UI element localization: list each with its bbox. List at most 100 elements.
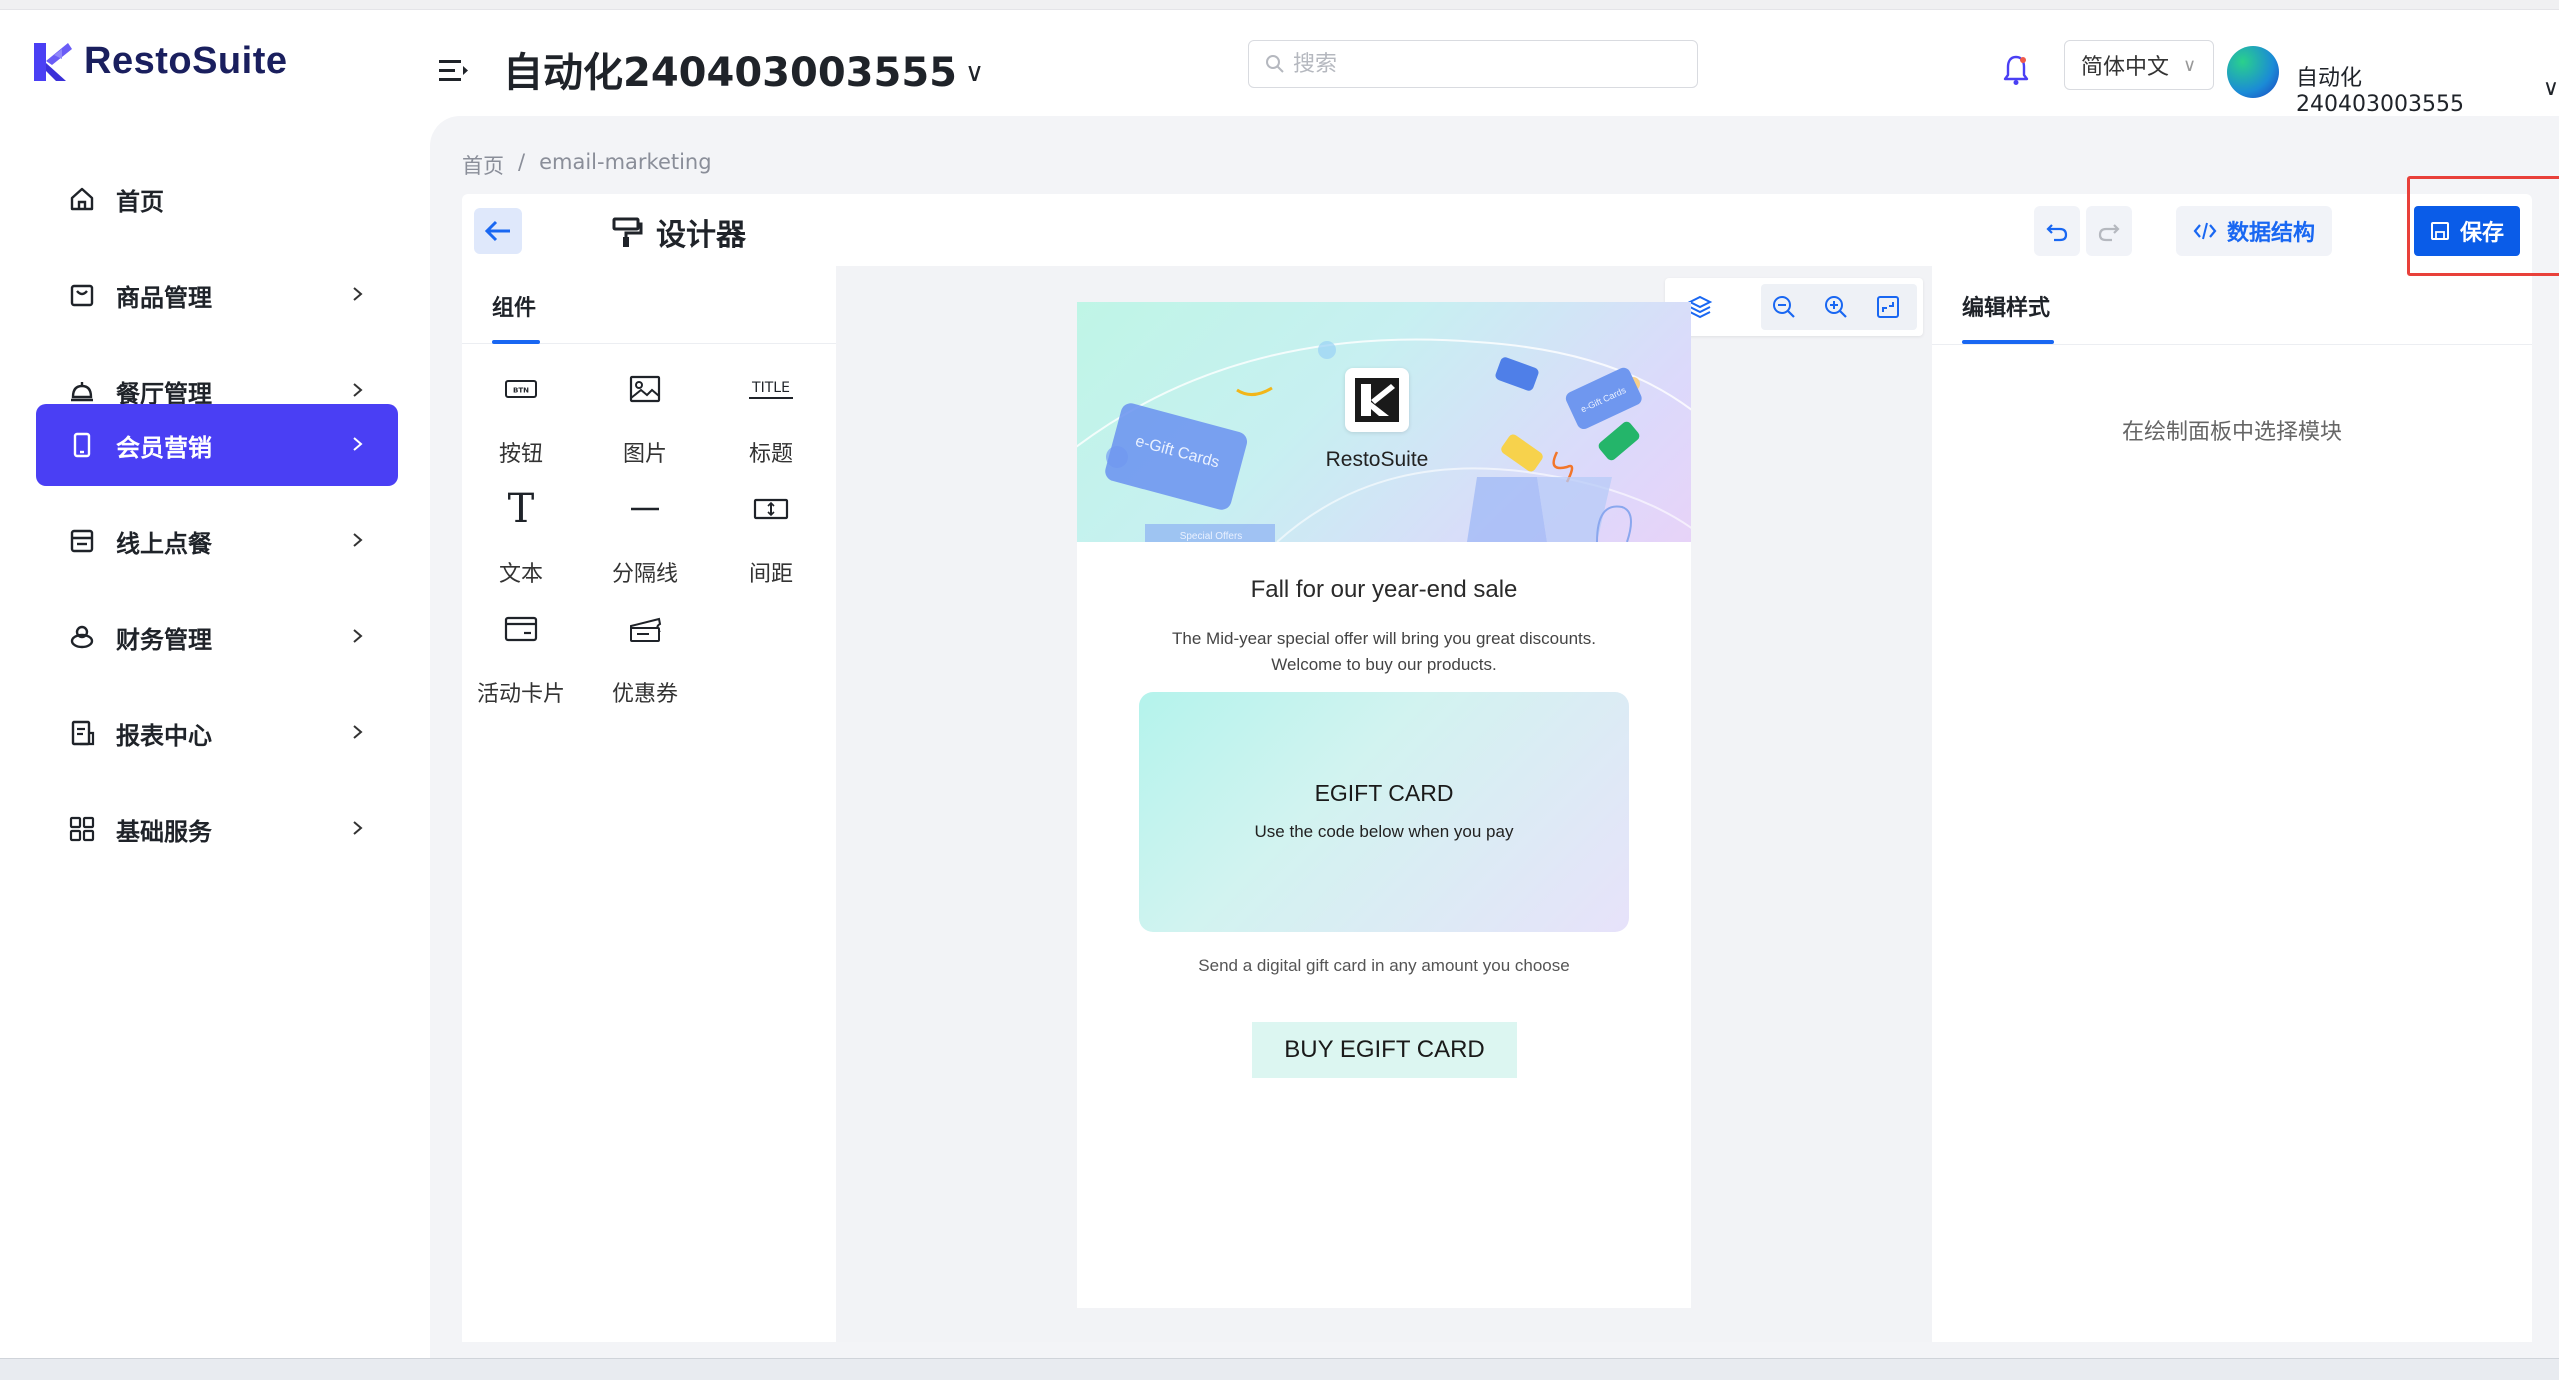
sidebar-item-member-marketing[interactable]: 会员营销 (36, 404, 398, 486)
component-text[interactable]: T 文本 (466, 484, 576, 588)
zoom-in-icon[interactable] (1823, 294, 1849, 320)
components-tab-row: 组件 (462, 266, 836, 344)
chevron-down-icon: ∨ (964, 58, 985, 88)
notification-bell-icon[interactable] (1996, 48, 2036, 92)
tab-active-indicator (492, 340, 540, 344)
online-order-icon (66, 525, 98, 557)
designer-title-text: 设计器 (656, 218, 746, 253)
home-icon (66, 183, 98, 215)
email-hero-banner[interactable]: e-Gift Cards Special Offers e-Gift Cards… (1077, 302, 1691, 542)
component-label: 标题 (748, 442, 793, 467)
egift-card-subtitle: Use the code below when you pay (1254, 822, 1514, 841)
text-icon: T (466, 484, 576, 534)
sidebar-item-basic-services[interactable]: 基础服务 (36, 788, 398, 870)
egift-card-title: EGIFT CARD (1314, 780, 1454, 806)
sidebar-item-reports[interactable]: 报表中心 (36, 692, 398, 774)
button-icon: BTN (466, 364, 576, 414)
undo-button[interactable] (2034, 206, 2080, 256)
style-panel: 编辑样式 在绘制面板中选择模块 (1932, 266, 2532, 1342)
component-divider[interactable]: 分隔线 (590, 484, 700, 588)
svg-text:T: T (508, 489, 535, 529)
component-coupon[interactable]: 优惠券 (590, 604, 700, 708)
mobile-phone-icon (66, 429, 98, 461)
title-icon: TITLE (716, 364, 826, 414)
report-icon (66, 717, 98, 749)
image-icon (590, 364, 700, 414)
data-structure-button[interactable]: 数据结构 (2176, 206, 2332, 256)
search-box[interactable] (1248, 40, 1698, 88)
chevron-right-icon (353, 629, 363, 643)
email-title[interactable]: Fall for our year-end sale (1077, 576, 1691, 604)
component-image[interactable]: 图片 (590, 364, 700, 468)
designer-title: 设计器 (610, 210, 746, 254)
sidebar-item-home[interactable]: 首页 (36, 158, 398, 240)
divider (1932, 344, 2532, 345)
component-label: 按钮 (498, 442, 543, 467)
restosuite-logo-icon (34, 42, 72, 81)
breadcrumb-home[interactable]: 首页 (462, 150, 504, 180)
component-label: 优惠券 (611, 682, 678, 707)
component-label: 间距 (748, 562, 793, 587)
component-label: 文本 (498, 562, 543, 587)
breadcrumb-current: email-marketing (539, 150, 712, 174)
email-preview[interactable]: e-Gift Cards Special Offers e-Gift Cards… (1077, 302, 1691, 1308)
menu-toggle-icon[interactable] (437, 54, 469, 88)
window-top-strip (0, 0, 2559, 10)
component-activity-card[interactable]: 活动卡片 (466, 604, 576, 708)
sidebar-item-finance[interactable]: 财务管理 (36, 596, 398, 678)
chevron-right-icon (353, 383, 363, 397)
component-label: 图片 (622, 442, 667, 467)
save-button-highlight (2407, 176, 2559, 276)
arrow-left-icon (484, 220, 510, 242)
sidebar-item-label: 商品管理 (116, 283, 212, 312)
username: 自动化240403003555 (2296, 66, 2464, 117)
sidebar-item-online-order[interactable]: 线上点餐 (36, 500, 398, 582)
language-value: 简体中文 (2081, 55, 2170, 80)
egift-card-block[interactable]: EGIFT CARD Use the code below when you p… (1139, 692, 1629, 932)
avatar[interactable] (2227, 46, 2279, 98)
chevron-right-icon (353, 437, 363, 451)
email-subtitle[interactable]: The Mid-year special offer will bring yo… (1077, 626, 1691, 678)
tab-components[interactable]: 组件 (492, 290, 536, 322)
search-input[interactable] (1293, 51, 1673, 77)
os-taskbar (0, 1358, 2559, 1380)
user-menu[interactable]: 自动化240403003555 ∨ (2296, 60, 2559, 117)
undo-icon (2046, 224, 2068, 242)
store-selector[interactable]: 自动化240403003555 ∨ (503, 40, 984, 98)
redo-icon (2098, 224, 2120, 242)
divider-icon (590, 484, 700, 534)
activity-card-icon (466, 604, 576, 654)
paint-roller-icon (612, 217, 643, 247)
component-spacing[interactable]: 间距 (716, 484, 826, 588)
tab-edit-style[interactable]: 编辑样式 (1962, 290, 2050, 322)
chevron-down-icon: ∨ (2183, 54, 2197, 76)
sidebar: 首页 商品管理 餐厅管理 会员营销 线上点餐 财务管理 报表中心 基础服务 (0, 120, 430, 1360)
buy-egift-card-button[interactable]: BUY EGIFT CARD (1252, 1022, 1517, 1078)
sidebar-item-label: 基础服务 (116, 817, 212, 846)
email-note[interactable]: Send a digital gift card in any amount y… (1077, 956, 1691, 976)
back-button[interactable] (474, 208, 522, 254)
component-button[interactable]: BTN 按钮 (466, 364, 576, 468)
svg-text:BTN: BTN (513, 387, 529, 395)
chevron-down-icon: ∨ (2542, 76, 2559, 101)
sidebar-item-label: 线上点餐 (116, 529, 212, 558)
sidebar-item-products[interactable]: 商品管理 (36, 254, 398, 336)
search-icon (1266, 55, 1284, 73)
sidebar-item-label: 报表中心 (116, 721, 212, 750)
component-title[interactable]: TITLE 标题 (716, 364, 826, 468)
hero-brand-text: RestoSuite (1325, 448, 1429, 471)
logo[interactable]: RestoSuite (32, 40, 287, 83)
redo-button[interactable] (2086, 206, 2132, 256)
breadcrumb: 首页 / email-marketing (462, 150, 712, 180)
email-subtitle-line: The Mid-year special offer will bring yo… (1172, 629, 1596, 648)
language-select[interactable]: 简体中文 ∨ (2064, 40, 2214, 90)
canvas-zoom-toolbar (1665, 278, 1923, 336)
designer-toolbar: 设计器 数据结构 保存 (462, 194, 2532, 266)
chevron-right-icon (353, 725, 363, 739)
breadcrumb-separator: / (518, 150, 526, 174)
restaurant-bell-icon (66, 375, 98, 407)
sidebar-item-label: 首页 (116, 187, 164, 216)
fit-screen-icon[interactable] (1875, 294, 1901, 320)
zoom-out-icon[interactable] (1771, 294, 1797, 320)
sidebar-item-label: 财务管理 (116, 625, 212, 654)
